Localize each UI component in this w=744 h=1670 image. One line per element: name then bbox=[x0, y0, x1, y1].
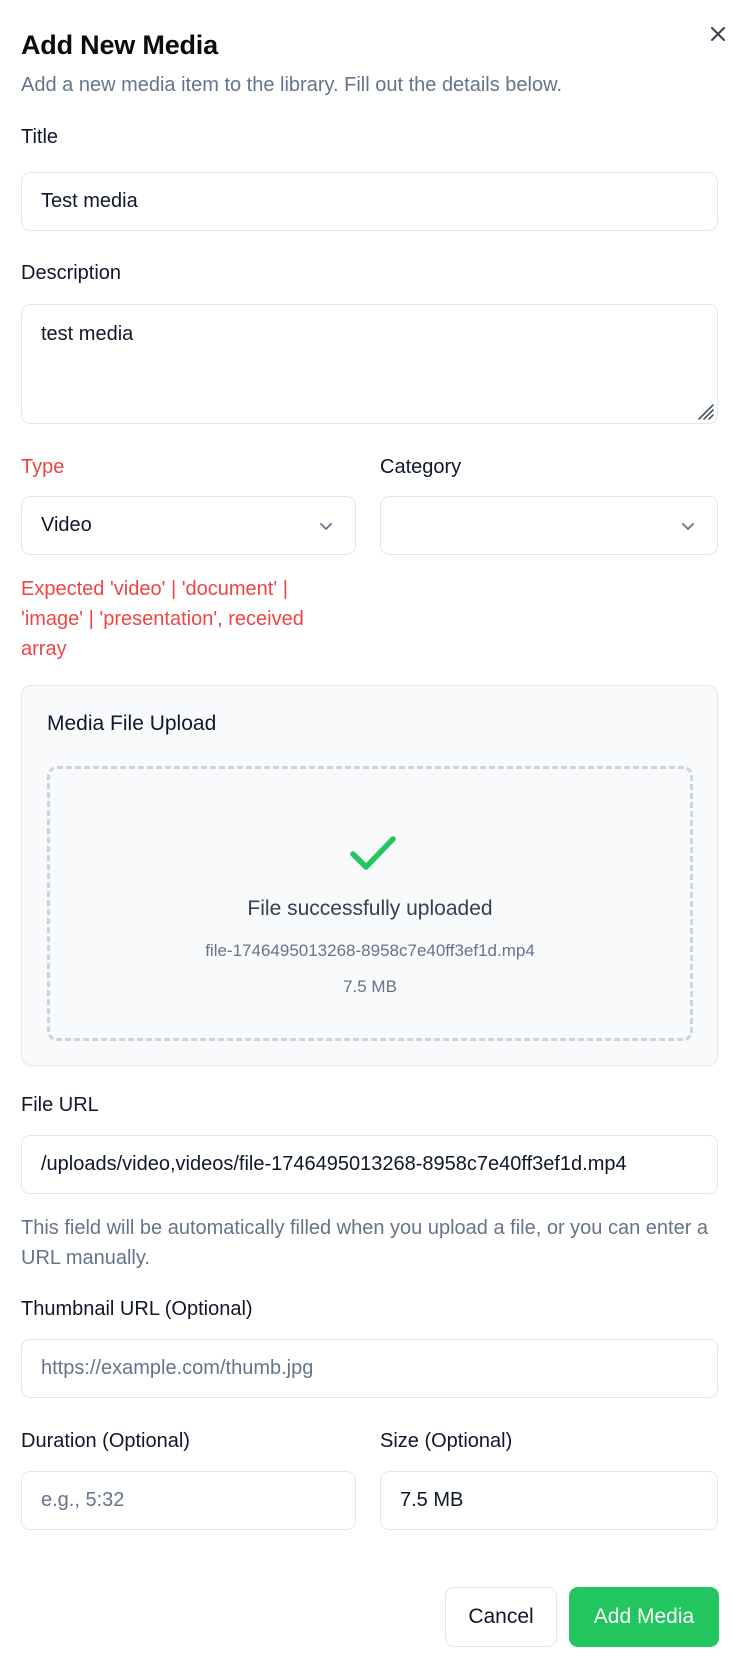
chevron-down-icon bbox=[320, 522, 332, 530]
chevron-down-icon bbox=[682, 522, 694, 530]
close-button[interactable] bbox=[706, 22, 730, 46]
title-input[interactable]: Test media bbox=[21, 172, 718, 231]
upload-status: File successfully uploaded bbox=[247, 897, 493, 920]
size-value: 7.5 MB bbox=[400, 1489, 464, 1511]
upload-dropzone[interactable]: File successfully uploaded file-17464950… bbox=[47, 766, 693, 1041]
uploaded-file-size: 7.5 MB bbox=[343, 977, 397, 996]
checkmark-icon bbox=[350, 836, 396, 870]
title-label: Title bbox=[21, 126, 59, 148]
dialog-title: Add New Media bbox=[21, 30, 218, 60]
resize-handle-icon[interactable] bbox=[695, 401, 715, 421]
type-value: Video bbox=[41, 514, 92, 536]
upload-title: Media File Upload bbox=[47, 712, 217, 735]
close-icon bbox=[711, 27, 725, 41]
duration-label: Duration (Optional) bbox=[21, 1430, 190, 1452]
size-input[interactable]: 7.5 MB bbox=[380, 1471, 718, 1530]
type-label: Type bbox=[21, 456, 65, 478]
file-url-helper-text: This field will be automatically filled … bbox=[21, 1217, 709, 1269]
media-upload-panel: Media File Upload File successfully uplo… bbox=[21, 685, 718, 1066]
add-media-dialog: Add New Media Add a new media item to th… bbox=[0, 0, 744, 1670]
thumbnail-url-placeholder: https://example.com/thumb.jpg bbox=[41, 1357, 314, 1379]
uploaded-filename: file-1746495013268-8958c7e40ff3ef1d.mp4 bbox=[205, 941, 535, 960]
thumbnail-url-input[interactable]: https://example.com/thumb.jpg bbox=[21, 1339, 718, 1398]
add-media-button[interactable]: Add Media bbox=[569, 1587, 719, 1647]
thumbnail-url-label: Thumbnail URL (Optional) bbox=[21, 1298, 253, 1320]
type-error-message: Expected 'video' | 'document' | 'image' … bbox=[21, 578, 304, 660]
cancel-button[interactable]: Cancel bbox=[445, 1587, 557, 1647]
description-value: test media bbox=[41, 323, 134, 345]
duration-input[interactable]: e.g., 5:32 bbox=[21, 1471, 356, 1530]
title-value: Test media bbox=[41, 190, 138, 212]
description-textarea[interactable]: test media bbox=[21, 304, 718, 424]
file-url-value: /uploads/video,videos/file-1746495013268… bbox=[41, 1153, 627, 1175]
category-select[interactable] bbox=[380, 496, 718, 555]
category-label: Category bbox=[380, 456, 462, 478]
description-label: Description bbox=[21, 262, 122, 284]
type-select[interactable]: Video bbox=[21, 496, 356, 555]
file-url-label: File URL bbox=[21, 1094, 99, 1116]
file-url-input[interactable]: /uploads/video,videos/file-1746495013268… bbox=[21, 1135, 718, 1194]
dialog-subtitle: Add a new media item to the library. Fil… bbox=[21, 74, 563, 96]
duration-placeholder: e.g., 5:32 bbox=[41, 1489, 125, 1511]
size-label: Size (Optional) bbox=[380, 1430, 513, 1452]
